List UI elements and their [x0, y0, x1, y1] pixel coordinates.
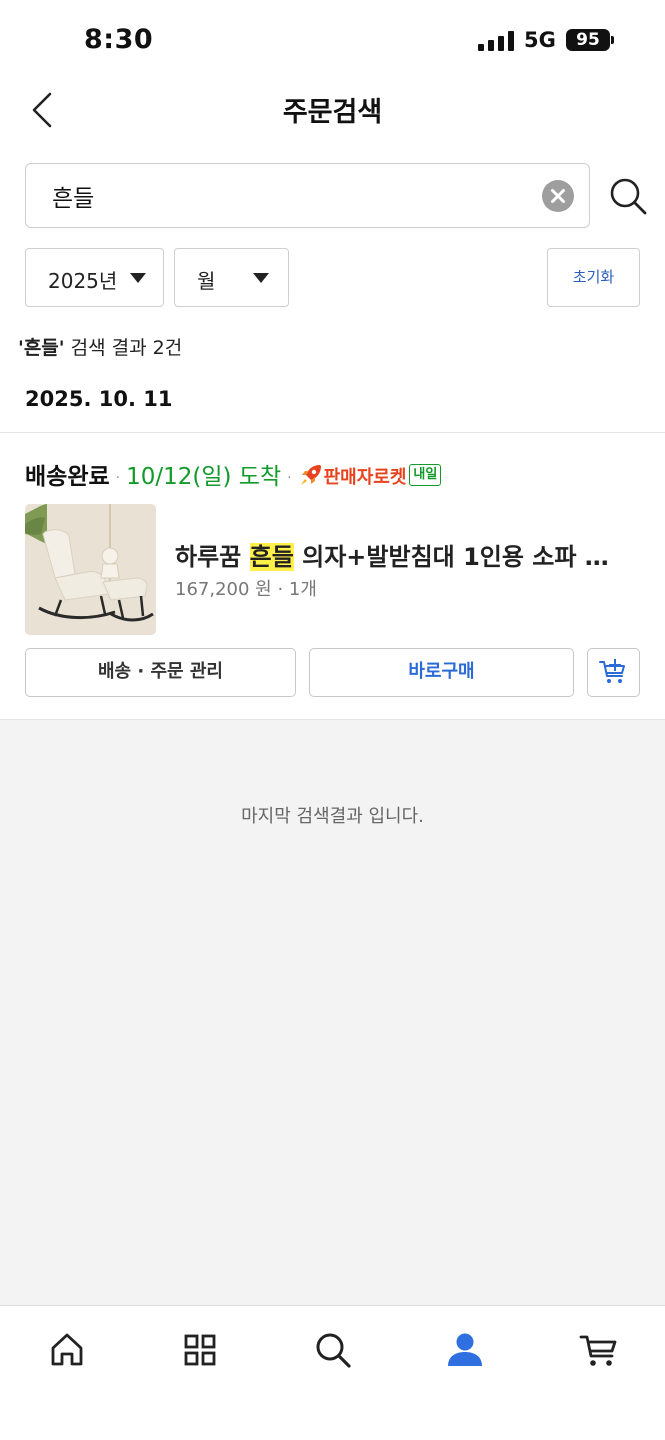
- separator-dot: ·: [115, 469, 121, 486]
- manage-order-button[interactable]: 배송 · 주문 관리: [25, 648, 296, 697]
- product-name-suffix: 의자+발받침대 1인용 소파 …: [293, 543, 609, 571]
- header: 주문검색: [0, 80, 665, 140]
- order-card: 배송완료 · 10/12(일) 도착 · 판매자로켓 내일 하루꿈 흔들 의자+…: [0, 432, 665, 720]
- top-section: 8:30 5G 95 주문검색 흔들 2025년 월 초기화 '흔들' 검색 결…: [0, 0, 665, 432]
- separator-dot: ·: [287, 469, 292, 486]
- rocking-chair-image: [25, 504, 156, 635]
- home-icon: [51, 1333, 83, 1366]
- add-cart-icon: [599, 659, 625, 683]
- tab-search[interactable]: [311, 1328, 355, 1372]
- signal-icon: [478, 31, 514, 51]
- tab-cart[interactable]: [577, 1328, 621, 1372]
- caret-down-icon: [253, 273, 269, 283]
- battery-tip: [611, 36, 614, 44]
- month-select[interactable]: 월: [174, 248, 289, 307]
- caret-down-icon: [130, 273, 146, 283]
- result-count: '흔들' 검색 결과 2건: [18, 333, 182, 360]
- search-button[interactable]: [606, 174, 650, 218]
- search-input[interactable]: [52, 178, 532, 214]
- product-price-qty: 167,200 원 · 1개: [175, 579, 317, 600]
- tab-category[interactable]: [178, 1328, 222, 1372]
- search-icon: [316, 1333, 351, 1368]
- end-of-results-message: 마지막 검색결과 입니다.: [241, 806, 424, 827]
- status-time: 8:30: [84, 24, 154, 55]
- arrival-date: 10/12(일) 도착: [126, 464, 282, 490]
- bottom-tab-bar: [0, 1305, 665, 1440]
- tab-my-account[interactable]: [443, 1328, 487, 1372]
- year-select[interactable]: 2025년: [25, 248, 164, 307]
- product-image[interactable]: [25, 504, 156, 635]
- buy-now-button[interactable]: 바로구매: [309, 648, 574, 697]
- delivery-status-line: 배송완료 · 10/12(일) 도착 · 판매자로켓 내일: [25, 457, 442, 491]
- add-to-cart-button[interactable]: [587, 648, 640, 697]
- search-box: [25, 163, 590, 228]
- search-icon: [610, 178, 647, 215]
- product-name[interactable]: 하루꿈 흔들 의자+발받침대 1인용 소파 …: [175, 537, 625, 572]
- status-bar: 8:30 5G 95: [0, 0, 665, 80]
- battery-icon: 95: [566, 29, 610, 51]
- page-title: 주문검색: [282, 97, 383, 128]
- product-name-highlight: 흔들: [249, 543, 294, 571]
- delivery-status: 배송완료: [25, 464, 110, 490]
- result-summary: 검색 결과 2건: [64, 337, 183, 359]
- reset-button[interactable]: 초기화: [547, 248, 640, 307]
- tomorrow-badge: 내일: [409, 463, 442, 486]
- cart-icon: [579, 1335, 617, 1366]
- product-name-prefix: 하루꿈: [175, 543, 250, 571]
- order-date: 2025. 10. 11: [25, 387, 173, 411]
- month-select-label: 월: [197, 269, 216, 293]
- year-select-label: 2025년: [48, 269, 118, 293]
- delivery-type: 판매자로켓: [323, 466, 407, 488]
- tab-home[interactable]: [45, 1328, 89, 1372]
- close-icon: [551, 189, 565, 203]
- network-type: 5G: [524, 28, 556, 52]
- rocket-icon: [300, 464, 321, 485]
- clear-search-button[interactable]: [542, 180, 574, 212]
- user-icon: [448, 1333, 482, 1366]
- category-icon: [184, 1334, 216, 1366]
- result-keyword: '흔들': [18, 337, 65, 359]
